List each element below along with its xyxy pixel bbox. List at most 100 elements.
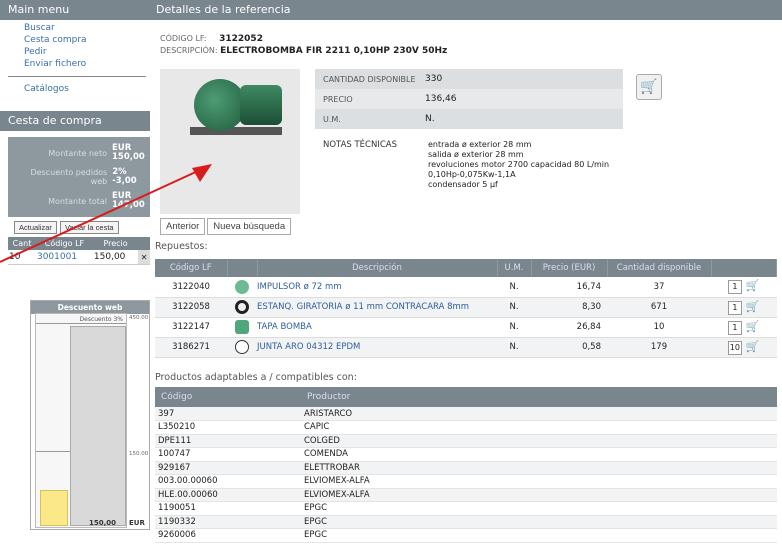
part-code: 3122040 [155,277,227,298]
table-row: 003.00.00060 ELVIOMEX-ALFA [155,474,777,489]
ref-desc-line: DESCRIPCIÓN: ELECTROBOMBA FIR 2211 0,10H… [150,45,782,57]
table-row: 3122040 IMPULSOR ø 72 mm N. 16,74 37 1 🛒 [155,277,777,298]
table-row: L350210 CAPIC [155,420,777,435]
compat-header-maker: Productor [301,387,777,407]
parts-header-order [711,259,777,277]
new-search-button[interactable]: Nueva búsqueda [207,218,292,235]
discount-panel: Descuento web Descuento 3% Descuento 2% … [30,300,150,530]
part-code: 3122147 [155,317,227,338]
parts-header-desc: Descripción [257,259,498,277]
part-um: N. [497,277,531,298]
part-um: N. [497,317,531,338]
compat-maker: ELVIOMEX-ALFA [301,488,777,502]
cart-header-price: Precio [92,237,139,250]
product-photo [160,69,300,214]
table-row: 1190332 EPGC [155,515,777,529]
nav-buttons: Anterior Nueva búsqueda [160,218,293,235]
cart-icon[interactable]: 🛒 [746,300,760,313]
remove-icon[interactable]: ✕ [138,250,150,265]
cesta-label: Montante neto [48,148,107,158]
compat-table: Código Productor 397 ARISTARCO L350210 CAP… [155,387,777,543]
parts-title: Repuestos: [155,241,208,252]
o-ring-icon [235,340,249,354]
cesta-value: EUR 150,00 [112,143,145,162]
cart-table: Cant Código LF Precio 10 3001001 150,00 … [8,237,150,265]
add-to-cart-icon[interactable]: 🛒 [636,74,662,100]
part-code: 3122058 [155,297,227,318]
note-line: entrada ø exterior 28 mm [428,140,532,149]
cart-code-link[interactable]: 3001001 [35,250,93,265]
pump-body-shape [194,79,246,131]
page-title: Detalles de la referencia [150,0,782,20]
parts-header-code: Código LF [155,259,228,277]
compat-code: 397 [155,407,301,421]
cesta-summary: Montante neto EUR 150,00 Descuento pedid… [8,137,150,217]
compat-code: 929167 [155,461,301,475]
part-desc-link[interactable]: ESTANQ. GIRATORIA ø 11 mm CONTRACARA 8mm [257,297,497,318]
previous-button[interactable]: Anterior [160,218,206,235]
ref-desc-label: DESCRIPCIÓN: [160,46,218,55]
cart-price: 150,00 [92,250,139,265]
menu-item-catalogos[interactable]: Catálogos [24,83,150,95]
qty-input[interactable]: 10 [727,340,742,355]
cart-header-code: Código LF [35,237,93,250]
cart-icon[interactable]: 🛒 [746,320,760,333]
empty-cart-button[interactable]: Vaciar la cesta [59,221,119,234]
parts-header-um: U.M. [497,259,532,277]
info-label: CANTIDAD DISPONIBLE [323,74,416,84]
cart-icon[interactable]: 🛒 [746,340,760,353]
part-price: 0,58 [531,337,607,358]
cesta-title: Cesta de compra [0,111,150,131]
menu-item-enviar-fichero[interactable]: Enviar fichero [24,58,150,70]
compat-maker: ELVIOMEX-ALFA [301,474,777,489]
main-menu: Buscar Cesta compra Pedir Enviar fichero… [0,20,150,95]
ref-desc-value: ELECTROBOMBA FIR 2211 0,10HP 230V 50Hz [220,46,448,56]
cart-qty[interactable]: 10 [8,250,36,265]
qty-input[interactable]: 1 [727,320,742,335]
compat-code: HLE.00.00060 [155,488,301,502]
cart-icon[interactable]: 🛒 [746,279,760,292]
info-row: U.M. N. [315,109,623,129]
part-price: 16,74 [531,277,607,298]
part-stock: 37 [607,277,711,298]
parts-header-stock: Cantidad disponible [607,259,712,277]
part-desc-link[interactable]: JUNTA ARO 04312 EPDM [257,337,497,358]
table-row: 1190051 EPGC [155,501,777,516]
compat-code: 9260006 [155,528,301,543]
qty-input[interactable]: 1 [727,280,742,295]
compat-header-code: Código [155,387,301,407]
part-desc-link[interactable]: TAPA BOMBA [257,317,497,338]
sidebar: Main menu Buscar Cesta compra Pedir Envi… [0,0,150,544]
part-stock: 10 [607,317,711,338]
note-line: salida ø exterior 28 mm [428,150,524,159]
product-detail: CANTIDAD DISPONIBLE 330 PRECIO 136,46 U.… [160,69,770,214]
table-row: 9260006 EPGC [155,528,777,543]
qty-input[interactable]: 1 [727,300,742,315]
cesta-value: EUR 147,00 [112,191,145,210]
part-desc-link[interactable]: IMPULSOR ø 72 mm [257,277,497,298]
table-row: 3122058 ESTANQ. GIRATORIA ø 11 mm CONTRA… [155,297,777,318]
update-cart-button[interactable]: Actualizar [14,221,57,234]
menu-item-pedir[interactable]: Pedir [24,46,150,58]
table-row: 100747 COMENDA [155,447,777,462]
table-row: 10 3001001 150,00 ✕ [8,250,150,265]
cesta-row: Descuento pedidos web 2% -3,00 [12,165,146,189]
part-stock: 179 [607,337,711,358]
ref-code-line: CÓDIGO LF: 3122052 [150,33,782,45]
menu-item-cesta-compra[interactable]: Cesta compra [24,34,150,46]
discount-bar-fill [40,490,68,526]
info-row: PRECIO 136,46 [315,89,623,109]
pump-cover-icon [235,320,249,334]
info-value: N. [425,114,435,124]
compat-code: 003.00.00060 [155,474,301,489]
table-row: 397 ARISTARCO [155,407,777,421]
compat-maker: EPGC [301,528,777,543]
compat-code: DPE111 [155,434,301,448]
info-value: 136,46 [425,94,457,104]
table-row: 929167 ELETTROBAR [155,461,777,475]
discount-currency: EUR [129,519,145,527]
cesta-row: Montante total EUR 147,00 [12,189,146,213]
compat-code: 1190051 [155,501,301,516]
menu-item-buscar[interactable]: Buscar [24,22,150,34]
parts-header-image [227,259,258,277]
